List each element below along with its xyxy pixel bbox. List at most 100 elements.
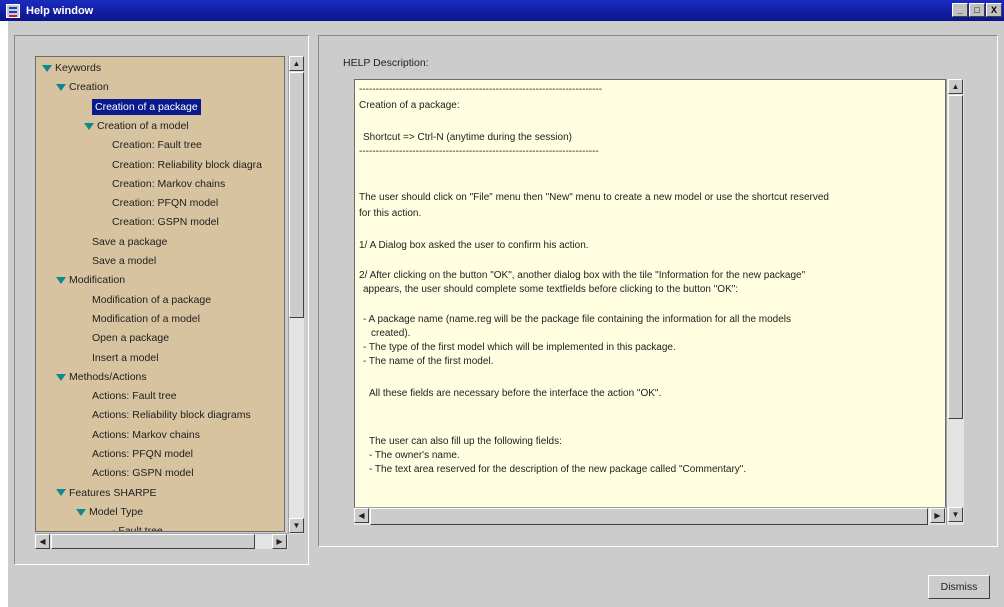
- tree-item[interactable]: Creation: Reliability block diagra: [112, 156, 262, 175]
- tree-item[interactable]: Creation of a package: [92, 98, 201, 117]
- help-text-line: Creation of a package:: [359, 100, 460, 111]
- tree-item-label: Creation of a package: [92, 98, 201, 115]
- tree-item[interactable]: Actions: GSPN model: [92, 464, 194, 483]
- tree-item-label: Actions: Reliability block diagrams: [92, 409, 251, 422]
- tree-item[interactable]: Creation of a model: [84, 117, 189, 136]
- tree-item-label: Creation: Fault tree: [112, 139, 202, 152]
- tree-item-label: Actions: GSPN model: [92, 467, 194, 480]
- tree-item-label: Creation: [69, 81, 109, 94]
- help-text-line: All these fields are necessary before th…: [369, 388, 662, 399]
- tree-item[interactable]: Creation: PFQN model: [112, 194, 218, 213]
- tree-item-label: Model Type: [89, 505, 144, 518]
- tree-item-label: Creation: PFQN model: [112, 197, 219, 210]
- tree-item[interactable]: Modification: [56, 271, 125, 290]
- tree-item[interactable]: - Fault tree: [112, 522, 163, 532]
- help-horizontal-scrollbar[interactable]: ◀ ▶: [354, 507, 946, 525]
- tree-item-label: Methods/Actions: [69, 370, 147, 383]
- keywords-tree[interactable]: Keywords Creation Creation of a package Cre…: [35, 56, 285, 532]
- tree-item[interactable]: Keywords: [42, 59, 101, 78]
- scroll-right-icon[interactable]: ▶: [272, 534, 287, 549]
- tree-item-label: Modification of a package: [92, 293, 212, 306]
- tree-item[interactable]: Actions: Reliability block diagrams: [92, 406, 251, 425]
- window-controls: _ □ X: [952, 3, 1002, 17]
- tree-item[interactable]: Modification of a model: [92, 310, 200, 329]
- tree-item-label: Insert a model: [92, 351, 159, 364]
- window-title: Help window: [26, 4, 94, 17]
- tree-horizontal-scrollbar[interactable]: ◀ ▶: [35, 533, 288, 549]
- expand-arrow-icon[interactable]: [76, 508, 86, 516]
- tree-item-label: Creation: Markov chains: [112, 177, 226, 190]
- help-text-line: - The name of the first model.: [363, 356, 494, 367]
- tree-item[interactable]: Actions: PFQN model: [92, 445, 193, 464]
- scroll-left-icon[interactable]: ◀: [354, 508, 369, 523]
- help-text-area[interactable]: ----------------------------------------…: [354, 79, 946, 525]
- tree-item[interactable]: Model Type: [76, 503, 143, 522]
- tree-item-label: Actions: Markov chains: [92, 428, 200, 441]
- app-icon: [6, 3, 20, 18]
- tree-item-label: Save a model: [92, 255, 157, 267]
- expand-arrow-icon[interactable]: [84, 122, 94, 130]
- tree-item-label: Save a package: [92, 235, 168, 248]
- tree-item[interactable]: Save a package: [92, 233, 167, 252]
- title-bar[interactable]: Help window _ □ X: [0, 0, 1004, 21]
- help-description-label: HELP Description:: [343, 57, 429, 69]
- help-text-line: The user should click on "File" menu the…: [359, 192, 829, 203]
- tree-item[interactable]: Actions: Fault tree: [92, 387, 177, 406]
- scroll-up-icon[interactable]: ▲: [289, 56, 304, 71]
- tree-item[interactable]: Creation: Fault tree: [112, 136, 202, 155]
- tree-item-label: Features SHARPE: [69, 486, 157, 499]
- expand-arrow-icon[interactable]: [56, 277, 66, 285]
- help-text-line: 1/ A Dialog box asked the user to confir…: [359, 240, 589, 251]
- tree-item[interactable]: Insert a model: [92, 349, 159, 368]
- scroll-thumb[interactable]: [289, 72, 304, 318]
- dismiss-button[interactable]: Dismiss: [928, 575, 990, 599]
- help-text-line: for this action.: [359, 208, 422, 219]
- scroll-left-icon[interactable]: ◀: [35, 534, 50, 549]
- scroll-thumb[interactable]: [51, 534, 255, 549]
- help-text-line: - The type of the first model which will…: [363, 342, 676, 353]
- tree-item-label: Actions: Fault tree: [92, 390, 177, 403]
- tree-item[interactable]: Methods/Actions: [56, 368, 147, 387]
- scroll-thumb[interactable]: [948, 95, 963, 419]
- expand-arrow-icon[interactable]: [56, 489, 66, 497]
- tree-item[interactable]: Actions: Markov chains: [92, 426, 200, 445]
- help-text-line: - The text area reserved for the descrip…: [369, 464, 747, 475]
- tree-item-label: Creation: GSPN model: [112, 216, 219, 229]
- tree-item-label: Actions: PFQN model: [92, 448, 193, 460]
- close-button[interactable]: X: [986, 3, 1002, 17]
- tree-item-label: Open a package: [92, 332, 170, 345]
- maximize-button[interactable]: □: [969, 3, 985, 17]
- tree-item[interactable]: Creation: GSPN model: [112, 213, 219, 232]
- tree-item[interactable]: Features SHARPE: [56, 484, 157, 503]
- scroll-thumb[interactable]: [370, 508, 928, 525]
- tree-item-label: Keywords: [55, 62, 102, 74]
- help-text-line: - The owner's name.: [369, 450, 460, 461]
- tree-vertical-scrollbar[interactable]: ▲ ▼: [288, 56, 304, 534]
- tree-item[interactable]: Creation: Markov chains: [112, 175, 225, 194]
- scroll-down-icon[interactable]: ▼: [289, 518, 304, 533]
- minimize-button[interactable]: _: [952, 3, 968, 17]
- help-text-line: ----------------------------------------…: [359, 146, 599, 157]
- help-text-line: Shortcut => Ctrl-N (anytime during the s…: [363, 132, 572, 143]
- scroll-down-icon[interactable]: ▼: [948, 507, 963, 522]
- help-text-line: The user can also fill up the following …: [369, 436, 562, 447]
- scroll-up-icon[interactable]: ▲: [948, 79, 963, 94]
- expand-arrow-icon[interactable]: [42, 64, 52, 72]
- tree-item[interactable]: Save a model: [92, 252, 156, 271]
- help-vertical-scrollbar[interactable]: ▲ ▼: [946, 79, 964, 525]
- help-text-line: ----------------------------------------…: [359, 84, 603, 95]
- help-text-line: created).: [371, 328, 411, 339]
- expand-arrow-icon[interactable]: [56, 84, 66, 92]
- help-text-line: 2/ After clicking on the button "OK", an…: [359, 270, 806, 281]
- scroll-right-icon[interactable]: ▶: [930, 508, 945, 523]
- tree-item-label: Creation of a model: [97, 119, 189, 132]
- tree-item-label: - Fault tree: [112, 525, 163, 532]
- help-text-line: appears, the user should complete some t…: [363, 284, 739, 295]
- tree-item-label: Modification of a model: [92, 312, 200, 325]
- tree-item[interactable]: Open a package: [92, 329, 169, 348]
- tree-item[interactable]: Creation: [56, 78, 109, 97]
- tree-item-label: Creation: Reliability block diagra: [112, 158, 262, 171]
- tree-item-label: Modification: [69, 274, 126, 287]
- expand-arrow-icon[interactable]: [56, 373, 66, 381]
- tree-item[interactable]: Modification of a package: [92, 291, 211, 310]
